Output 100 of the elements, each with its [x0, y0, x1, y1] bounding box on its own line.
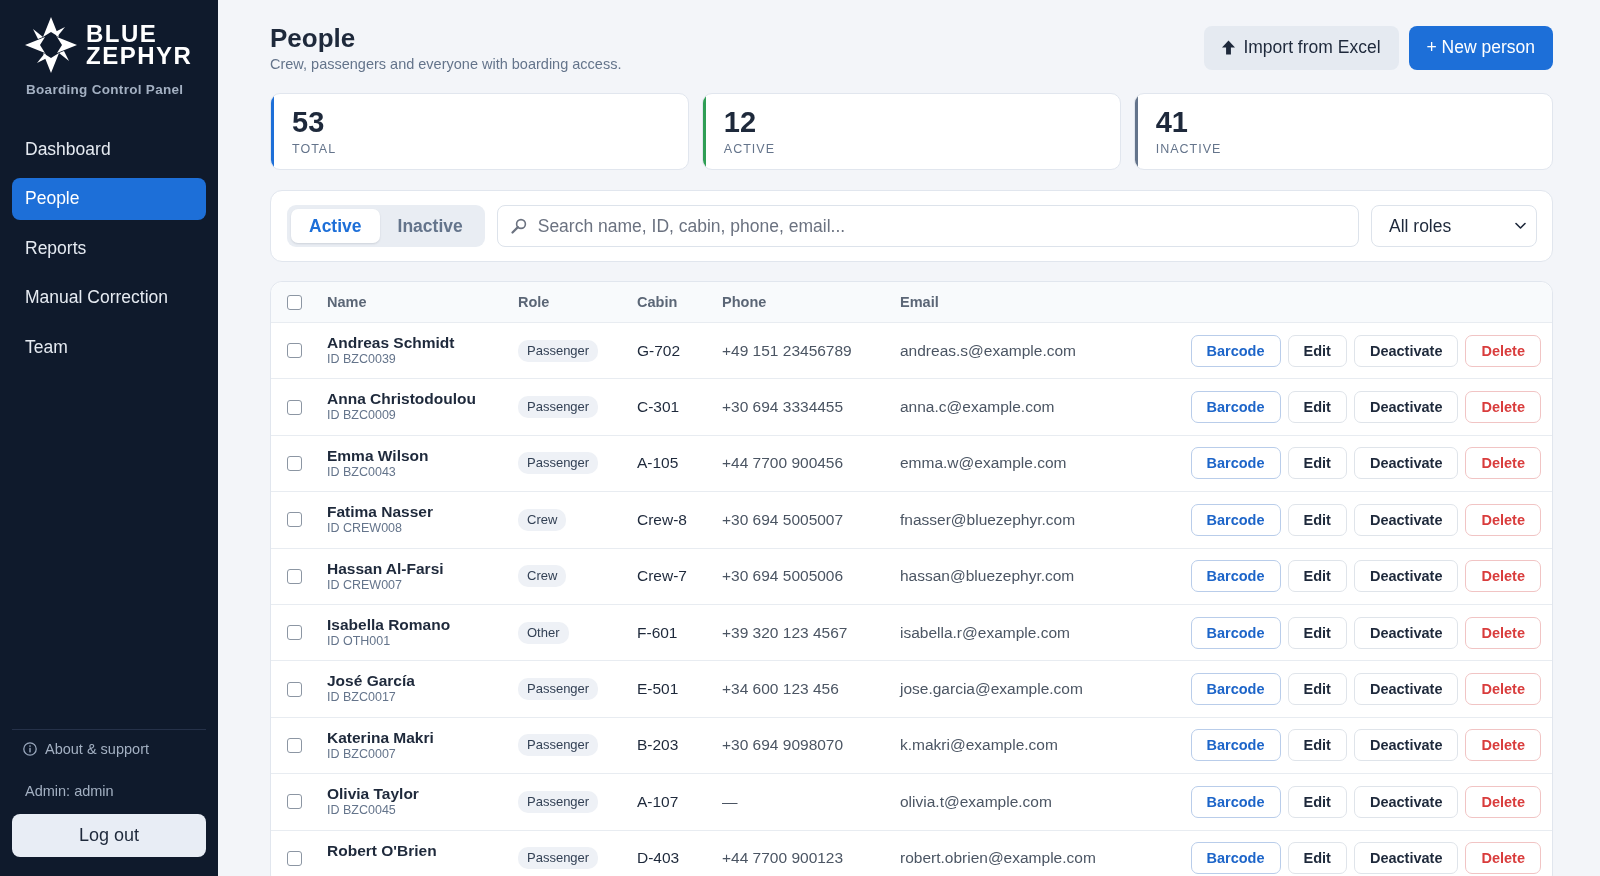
new-person-button[interactable]: + New person [1408, 25, 1553, 70]
email-address: robert.obrien@example.com [900, 849, 1096, 868]
barcode-button[interactable]: Barcode [1190, 842, 1281, 875]
barcode-button[interactable]: Barcode [1190, 673, 1281, 706]
delete-button[interactable]: Delete [1465, 785, 1541, 818]
barcode-button[interactable]: Barcode [1190, 785, 1281, 818]
page-subtitle: Crew, passengers and everyone with boarding access. [270, 55, 622, 73]
person-id: ID CREW007 [327, 577, 403, 593]
email-address: jose.garcia@example.com [900, 680, 1083, 699]
role-badge: Crew [518, 565, 567, 588]
email-address: andreas.s@example.com [900, 341, 1076, 360]
person-id: ID BZC0009 [327, 408, 396, 424]
delete-button[interactable]: Delete [1465, 560, 1541, 593]
row-checkbox[interactable] [287, 625, 302, 641]
status-tab[interactable]: Active [291, 209, 380, 243]
role-dropdown[interactable]: All roles [1371, 205, 1537, 247]
search-icon [510, 218, 527, 234]
deactivate-button[interactable]: Deactivate [1353, 560, 1459, 593]
page-title: People [270, 22, 357, 54]
deactivate-button[interactable]: Deactivate [1353, 842, 1459, 875]
status-tab[interactable]: Inactive [379, 209, 481, 243]
info-icon [23, 742, 37, 756]
barcode-button[interactable]: Barcode [1190, 560, 1281, 593]
row-checkbox[interactable] [287, 343, 302, 359]
cabin-number: D-403 [637, 849, 680, 868]
delete-button[interactable]: Delete [1465, 391, 1541, 424]
phone-number: +30 694 3334455 [722, 398, 844, 417]
nav-item[interactable]: People [12, 177, 206, 220]
phone-number: — [722, 792, 738, 811]
barcode-button[interactable]: Barcode [1190, 503, 1281, 536]
admin-user-label: Admin: admin [24, 782, 115, 800]
email-address: isabella.r@example.com [900, 623, 1070, 642]
person-name: Katerina Makri [327, 727, 434, 747]
deactivate-button[interactable]: Deactivate [1353, 391, 1459, 424]
delete-button[interactable]: Delete [1465, 729, 1541, 762]
barcode-button[interactable]: Barcode [1190, 616, 1281, 649]
deactivate-button[interactable]: Deactivate [1353, 616, 1459, 649]
edit-button[interactable]: Edit [1287, 842, 1347, 875]
edit-button[interactable]: Edit [1287, 673, 1347, 706]
row-checkbox[interactable] [287, 850, 302, 866]
email-address: anna.c@example.com [900, 398, 1055, 417]
barcode-button[interactable]: Barcode [1190, 729, 1281, 762]
edit-button[interactable]: Edit [1287, 447, 1347, 480]
nav-item[interactable]: Reports [12, 227, 206, 269]
row-checkbox[interactable] [287, 455, 302, 471]
deactivate-button[interactable]: Deactivate [1353, 673, 1459, 706]
email-address: fnasser@bluezephyr.com [900, 510, 1076, 529]
stat-label: INACTIVE [1155, 141, 1222, 157]
row-checkbox[interactable] [287, 794, 302, 810]
role-badge: Crew [518, 508, 567, 531]
deactivate-button[interactable]: Deactivate [1353, 503, 1459, 536]
delete-button[interactable]: Delete [1465, 447, 1541, 480]
edit-button[interactable]: Edit [1287, 503, 1347, 536]
row-checkbox[interactable] [287, 399, 302, 415]
phone-number: +30 694 5005007 [722, 510, 844, 529]
select-all-checkbox[interactable] [287, 294, 302, 310]
deactivate-button[interactable]: Deactivate [1353, 447, 1459, 480]
edit-button[interactable]: Edit [1287, 785, 1347, 818]
search-field[interactable]: Search name, ID, cabin, phone, email... [496, 205, 1359, 247]
delete-button[interactable]: Delete [1465, 334, 1541, 367]
about-link[interactable]: About & support [23, 740, 149, 758]
nav-item[interactable]: Manual Correction [12, 276, 206, 319]
edit-button[interactable]: Edit [1287, 616, 1347, 649]
role-badge: Passenger [518, 396, 599, 419]
row-checkbox[interactable] [287, 681, 302, 697]
deactivate-button[interactable]: Deactivate [1353, 729, 1459, 762]
row-checkbox[interactable] [287, 512, 302, 528]
nav-item[interactable]: Team [12, 326, 206, 368]
person-name: Robert O'Brien [327, 840, 437, 860]
cabin-number: G-702 [637, 341, 681, 360]
edit-button[interactable]: Edit [1287, 560, 1347, 593]
edit-button[interactable]: Edit [1287, 391, 1347, 424]
cabin-number: E-501 [637, 680, 679, 699]
delete-button[interactable]: Delete [1465, 842, 1541, 875]
delete-button[interactable]: Delete [1465, 503, 1541, 536]
column-header: Email [900, 294, 939, 310]
logout-button[interactable]: Log out [12, 814, 206, 857]
barcode-button[interactable]: Barcode [1190, 391, 1281, 424]
row-checkbox[interactable] [287, 568, 302, 584]
barcode-button[interactable]: Barcode [1190, 334, 1281, 367]
nav-item[interactable]: Dashboard [12, 128, 206, 170]
person-id: ID OTH001 [327, 633, 391, 649]
cabin-number: Crew-7 [637, 567, 687, 586]
role-badge: Passenger [518, 790, 599, 813]
person-name: Fatima Nasser [327, 502, 433, 522]
person-id: ID BZC0017 [327, 690, 396, 706]
deactivate-button[interactable]: Deactivate [1353, 785, 1459, 818]
person-id: ID BZC0045 [327, 803, 396, 819]
edit-button[interactable]: Edit [1287, 334, 1347, 367]
delete-button[interactable]: Delete [1465, 673, 1541, 706]
cabin-number: B-203 [637, 736, 679, 755]
import-button[interactable]: Import from Excel [1204, 25, 1399, 70]
phone-number: +30 694 9098070 [722, 736, 844, 755]
delete-button[interactable]: Delete [1465, 616, 1541, 649]
phone-number: +44 7700 900456 [722, 454, 844, 473]
cabin-number: A-107 [637, 792, 679, 811]
deactivate-button[interactable]: Deactivate [1353, 334, 1459, 367]
edit-button[interactable]: Edit [1287, 729, 1347, 762]
barcode-button[interactable]: Barcode [1190, 447, 1281, 480]
row-checkbox[interactable] [287, 737, 302, 753]
